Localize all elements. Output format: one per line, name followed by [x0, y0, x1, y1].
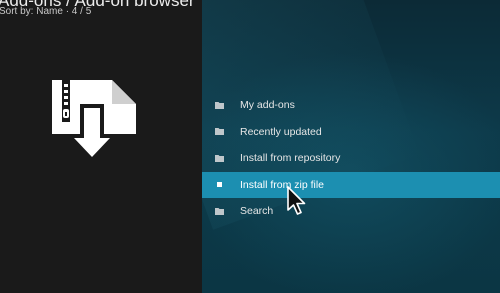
mouse-pointer-icon: [287, 186, 309, 216]
folder-icon: [215, 101, 224, 110]
menu-item-recently-updated[interactable]: Recently updated: [202, 119, 500, 146]
menu-item-label: My add-ons: [240, 99, 295, 112]
folder-icon: [215, 154, 224, 163]
folder-icon: [215, 127, 224, 136]
menu-item-my-addons[interactable]: My add-ons: [202, 92, 500, 119]
menu-item-search[interactable]: Search: [202, 198, 500, 225]
menu-item-label: Install from zip file: [240, 178, 325, 191]
menu-item-install-from-repository[interactable]: Install from repository: [202, 145, 500, 172]
right-panel: My add-ons Recently updated Install from…: [202, 0, 500, 293]
folder-icon: [215, 207, 224, 216]
addon-browser-menu: My add-ons Recently updated Install from…: [202, 92, 500, 225]
menu-item-label: Search: [240, 205, 274, 218]
menu-item-label: Install from repository: [240, 152, 341, 165]
menu-item-label: Recently updated: [240, 125, 322, 138]
square-icon: [217, 182, 222, 188]
menu-item-install-from-zip[interactable]: Install from zip file: [202, 171, 500, 198]
zip-download-icon: [48, 76, 140, 168]
sort-status: Sort by: Name · 4 / 5: [0, 6, 92, 17]
left-panel: Add-ons / Add-on browser Sort by: Name ·…: [0, 0, 202, 293]
